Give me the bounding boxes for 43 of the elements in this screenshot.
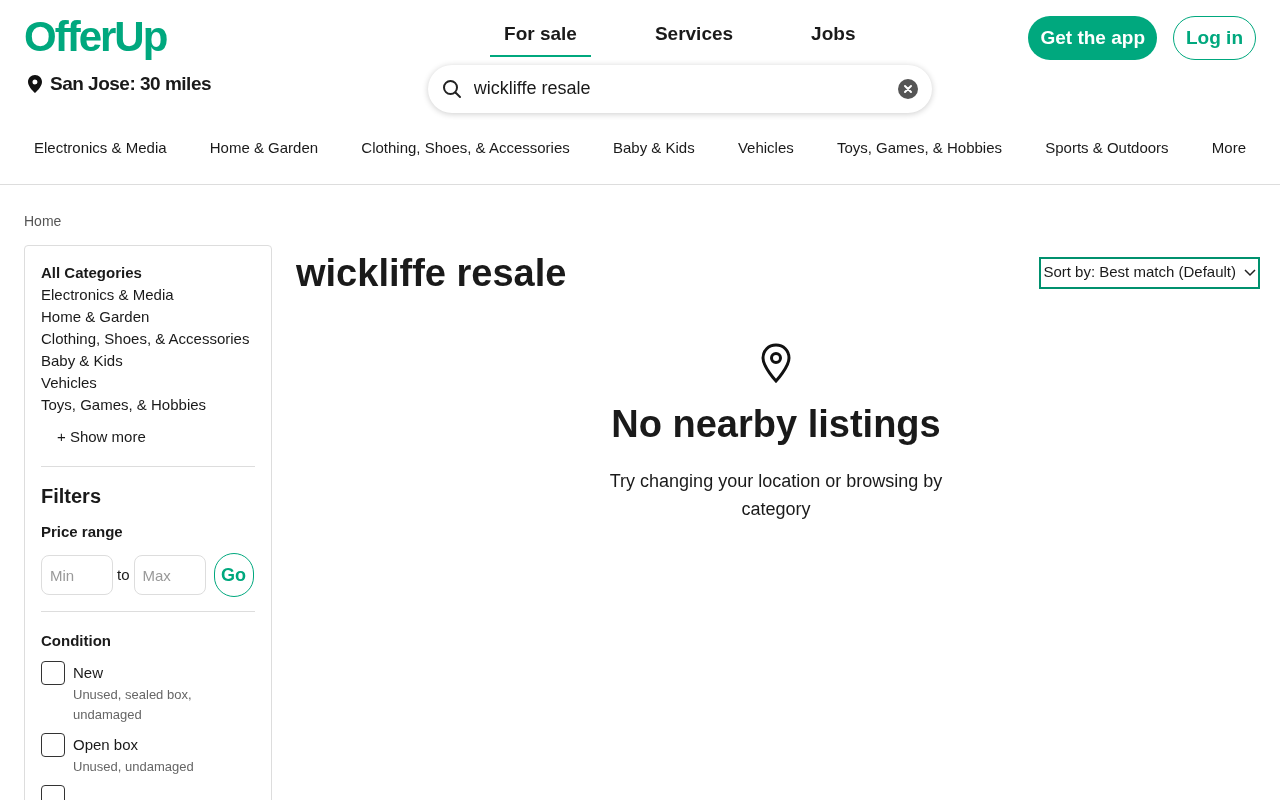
category-link[interactable]: Vehicles bbox=[41, 371, 255, 394]
nav-tab[interactable]: Jobs bbox=[797, 16, 870, 57]
category-link[interactable]: Baby & Kids bbox=[612, 136, 695, 160]
condition-hint: Unused, sealed box, undamaged bbox=[73, 685, 193, 724]
condition-hint: Unused, undamaged bbox=[73, 757, 195, 776]
category-link[interactable]: Baby & Kids bbox=[41, 349, 255, 372]
checkbox[interactable] bbox=[41, 660, 65, 685]
search-icon bbox=[441, 78, 462, 99]
breadcrumb-link[interactable]: Home bbox=[24, 212, 62, 229]
category-link[interactable]: Electronics & Media bbox=[41, 283, 255, 306]
price-range-label: Price range bbox=[41, 521, 124, 542]
category-link[interactable]: Clothing, Shoes, & Accessories bbox=[41, 327, 255, 350]
condition-label: Condition bbox=[41, 631, 112, 651]
nav-tab[interactable]: For sale bbox=[490, 16, 591, 57]
search-field[interactable]: wickliffe resale bbox=[473, 75, 886, 102]
category-link[interactable]: Toys, Games, & Hobbies bbox=[41, 393, 255, 416]
category-link[interactable]: Home & Garden bbox=[41, 305, 255, 328]
to-label: to bbox=[117, 564, 130, 585]
category-link[interactable]: Electronics & Media bbox=[34, 136, 167, 160]
empty-state-title: No nearby listings bbox=[611, 401, 941, 447]
show-more-link[interactable]: + Show more bbox=[41, 425, 146, 448]
chevron-down-icon bbox=[1244, 268, 1256, 277]
category-link[interactable]: Vehicles bbox=[737, 136, 794, 160]
clear-icon[interactable] bbox=[897, 78, 918, 99]
empty-state-message: Try changing your location or browsing by category bbox=[608, 469, 944, 521]
category-heading: All Categories bbox=[41, 262, 143, 283]
min-price-field[interactable]: Min bbox=[41, 555, 113, 595]
max-price-field[interactable]: Max bbox=[133, 555, 206, 595]
category-link[interactable]: More bbox=[1211, 136, 1246, 160]
filters-heading: Filters bbox=[41, 483, 103, 509]
results-title: wickliffe resale bbox=[296, 250, 567, 295]
checkbox[interactable] bbox=[41, 732, 65, 757]
location-pin-icon bbox=[760, 342, 792, 383]
location-pin-icon bbox=[28, 75, 42, 94]
nav-tab[interactable]: Services bbox=[640, 16, 748, 57]
sort-dropdown[interactable]: Sort by: Best match (Default) bbox=[1039, 256, 1260, 289]
location-link[interactable]: San Jose: 30 miles bbox=[50, 70, 212, 99]
category-link[interactable]: Toys, Games, & Hobbies bbox=[836, 136, 1002, 160]
category-link[interactable]: Home & Garden bbox=[209, 136, 319, 160]
category-link[interactable]: Clothing, Shoes, & Accessories bbox=[361, 136, 570, 160]
condition-option[interactable]: New bbox=[73, 660, 213, 685]
condition-option[interactable]: Open box bbox=[73, 732, 213, 757]
category-link[interactable]: Sports & Outdoors bbox=[1045, 136, 1169, 160]
